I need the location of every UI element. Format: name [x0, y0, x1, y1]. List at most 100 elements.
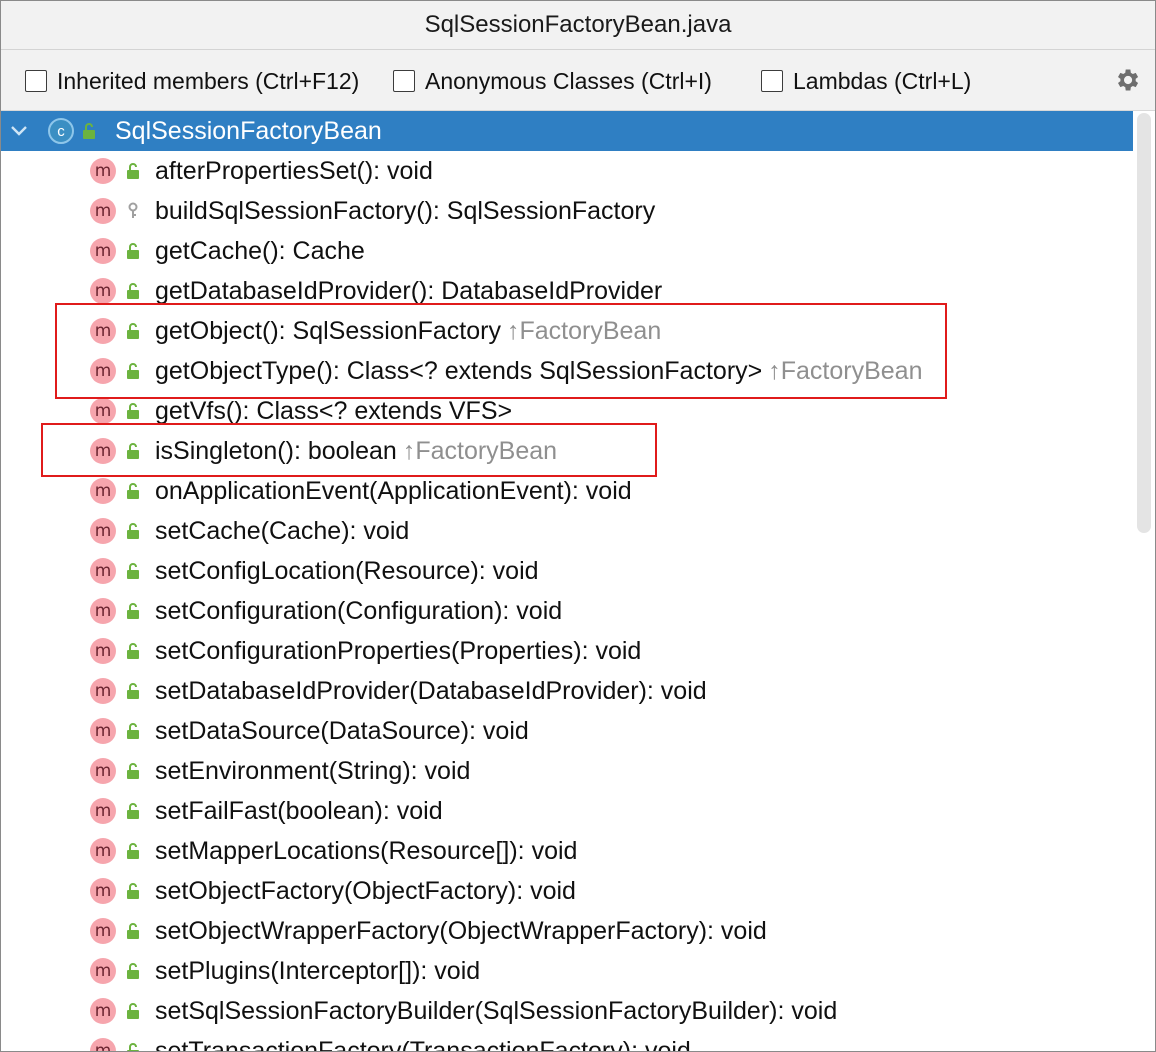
structure-tree[interactable]: c SqlSessionFactoryBean m afterProperties… — [1, 111, 1133, 1051]
public-lock-icon — [127, 603, 139, 619]
method-icon: m — [90, 918, 116, 944]
member-signature: setCache(Cache): void — [155, 517, 409, 546]
public-lock-icon — [127, 523, 139, 539]
inherited-members-label: Inherited members (Ctrl+F12) — [57, 67, 360, 94]
member-signature: setDataSource(DataSource): void — [155, 717, 529, 746]
public-lock-icon — [127, 923, 139, 939]
member-signature: setPlugins(Interceptor[]): void — [155, 957, 480, 986]
public-lock-icon — [127, 883, 139, 899]
member-signature-text: setPlugins(Interceptor[]): void — [155, 957, 481, 985]
highlight-box-factorybean-getters — [55, 303, 947, 399]
tree-member-row[interactable]: m setConfigLocation(Resource): void — [1, 551, 1133, 591]
tree-root-class[interactable]: c SqlSessionFactoryBean — [1, 111, 1133, 151]
member-signature-text: setObjectWrapperFactory(ObjectWrapperFac… — [155, 917, 767, 945]
member-signature-text: afterPropertiesSet(): void — [155, 157, 433, 185]
member-signature: setDatabaseIdProvider(DatabaseIdProvider… — [155, 677, 707, 706]
method-icon: m — [90, 678, 116, 704]
public-lock-icon — [127, 683, 139, 699]
tree-member-row[interactable]: m setSqlSessionFactoryBuilder(SqlSessionF… — [1, 991, 1133, 1031]
public-lock-icon — [127, 1043, 139, 1051]
tree-member-row[interactable]: m setObjectFactory(ObjectFactory): void — [1, 871, 1133, 911]
member-signature-text: getDatabaseIdProvider(): DatabaseIdProvi… — [155, 277, 663, 305]
member-signature-text: setMapperLocations(Resource[]): void — [155, 837, 578, 865]
method-icon: m — [90, 838, 116, 864]
member-signature: getCache(): Cache — [155, 237, 365, 266]
tree-member-row[interactable]: m setTransactionFactory(TransactionFactor… — [1, 1031, 1133, 1051]
checkbox-box[interactable] — [761, 70, 783, 92]
lambdas-checkbox[interactable]: Lambdas (Ctrl+L) — [761, 67, 971, 95]
member-signature: getDatabaseIdProvider(): DatabaseIdProvi… — [155, 277, 662, 306]
inherited-members-checkbox[interactable]: Inherited members (Ctrl+F12) — [25, 67, 359, 95]
member-signature: afterPropertiesSet(): void — [155, 157, 433, 186]
tree-member-row[interactable]: m setPlugins(Interceptor[]): void — [1, 951, 1133, 991]
tree-member-row[interactable]: m setDatabaseIdProvider(DatabaseIdProvide… — [1, 671, 1133, 711]
member-signature-text: setTransactionFactory(TransactionFactory… — [155, 1037, 691, 1051]
tree-member-row[interactable]: m setObjectWrapperFactory(ObjectWrapperFa… — [1, 911, 1133, 951]
public-lock-icon — [127, 283, 139, 299]
highlight-box-issingleton — [41, 423, 657, 477]
member-signature: setObjectFactory(ObjectFactory): void — [155, 877, 576, 906]
method-icon: m — [90, 198, 116, 224]
anonymous-classes-label: Anonymous Classes (Ctrl+I) — [425, 67, 712, 94]
method-icon: m — [90, 798, 116, 824]
method-icon: m — [90, 638, 116, 664]
member-signature: setObjectWrapperFactory(ObjectWrapperFac… — [155, 917, 767, 946]
tree-member-row[interactable]: m setConfiguration(Configuration): void — [1, 591, 1133, 631]
method-icon: m — [90, 1038, 116, 1051]
tree-member-row[interactable]: m setConfigurationProperties(Properties):… — [1, 631, 1133, 671]
member-signature-text: getCache(): Cache — [155, 237, 365, 265]
public-lock-icon — [127, 963, 139, 979]
method-icon: m — [90, 158, 116, 184]
member-signature-text: setObjectFactory(ObjectFactory): void — [155, 877, 576, 905]
public-lock-icon — [127, 163, 139, 179]
method-icon: m — [90, 398, 116, 424]
member-signature-text: getVfs(): Class<? extends VFS> — [155, 397, 513, 425]
tree-member-row[interactable]: m afterPropertiesSet(): void — [1, 151, 1133, 191]
member-signature: setConfigurationProperties(Properties): … — [155, 637, 641, 666]
tree-member-row[interactable]: m onApplicationEvent(ApplicationEvent): v… — [1, 471, 1133, 511]
member-signature-text: setConfigurationProperties(Properties): … — [155, 637, 642, 665]
chevron-down-icon[interactable] — [9, 121, 29, 141]
tree-member-row[interactable]: m setMapperLocations(Resource[]): void — [1, 831, 1133, 871]
tree-member-row[interactable]: m buildSqlSessionFactory(): SqlSessionFac… — [1, 191, 1133, 231]
public-lock-icon — [127, 563, 139, 579]
public-lock-icon — [127, 483, 139, 499]
tree-member-row[interactable]: m setFailFast(boolean): void — [1, 791, 1133, 831]
member-signature: setFailFast(boolean): void — [155, 797, 443, 826]
member-signature-text: setSqlSessionFactoryBuilder(SqlSessionFa… — [155, 997, 838, 1025]
lambdas-label: Lambdas (Ctrl+L) — [793, 67, 972, 94]
member-signature: buildSqlSessionFactory(): SqlSessionFact… — [155, 197, 655, 226]
tree-member-row[interactable]: m getCache(): Cache — [1, 231, 1133, 271]
checkbox-box[interactable] — [25, 70, 47, 92]
member-signature: setTransactionFactory(TransactionFactory… — [155, 1037, 691, 1051]
method-icon: m — [90, 278, 116, 304]
method-icon: m — [90, 558, 116, 584]
member-signature: setConfiguration(Configuration): void — [155, 597, 562, 626]
public-lock-icon — [127, 763, 139, 779]
public-lock-icon — [83, 123, 95, 139]
member-signature-text: setEnvironment(String): void — [155, 757, 471, 785]
member-signature-text: setDataSource(DataSource): void — [155, 717, 529, 745]
scrollbar-thumb[interactable] — [1137, 113, 1151, 533]
tree-member-row[interactable]: m setCache(Cache): void — [1, 511, 1133, 551]
member-signature-text: setConfiguration(Configuration): void — [155, 597, 563, 625]
member-signature: setConfigLocation(Resource): void — [155, 557, 539, 586]
anonymous-classes-checkbox[interactable]: Anonymous Classes (Ctrl+I) — [393, 67, 712, 95]
public-lock-icon — [127, 723, 139, 739]
public-lock-icon — [127, 643, 139, 659]
member-signature: setMapperLocations(Resource[]): void — [155, 837, 577, 866]
structure-toolbar: Inherited members (Ctrl+F12) Anonymous C… — [1, 50, 1155, 111]
member-signature-text: buildSqlSessionFactory(): SqlSessionFact… — [155, 197, 656, 225]
method-icon: m — [90, 518, 116, 544]
checkbox-box[interactable] — [393, 70, 415, 92]
member-signature-text: onApplicationEvent(ApplicationEvent): vo… — [155, 477, 632, 505]
gear-icon[interactable] — [1113, 66, 1141, 94]
method-icon: m — [90, 238, 116, 264]
public-lock-icon — [127, 403, 139, 419]
tree-member-row[interactable]: m setDataSource(DataSource): void — [1, 711, 1133, 751]
method-icon: m — [90, 998, 116, 1024]
method-icon: m — [90, 718, 116, 744]
member-signature: getVfs(): Class<? extends VFS> — [155, 397, 512, 426]
tree-member-row[interactable]: m setEnvironment(String): void — [1, 751, 1133, 791]
method-icon: m — [90, 598, 116, 624]
